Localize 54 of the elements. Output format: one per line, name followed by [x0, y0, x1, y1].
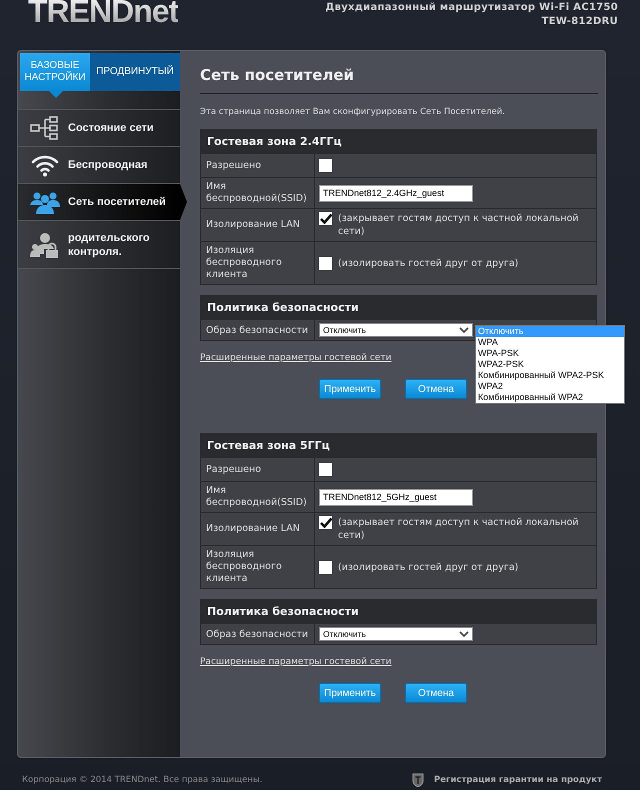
- section-header: Гостевая зона 5ГГц: [200, 434, 596, 458]
- checkbox-note: (изолировать гостей друг от друга): [338, 560, 518, 574]
- checkbox[interactable]: [319, 159, 332, 172]
- dropdown-option[interactable]: WPA: [476, 337, 624, 348]
- checkbox-note: (закрывает гостям доступ к частной локальной сети): [338, 212, 580, 238]
- field-label: Имя беспроводной(SSID): [200, 482, 314, 512]
- field-label: Изолирование LAN: [200, 208, 314, 242]
- copyright-text: Корпорация © 2014 TRENDnet. Все права защищены.: [22, 775, 262, 785]
- users-icon: [30, 190, 60, 214]
- checkbox-note: (изолировать гостей друг от друга): [338, 256, 518, 270]
- security-select[interactable]: Отключить: [319, 323, 473, 337]
- field-label: Разрешено: [200, 458, 314, 482]
- dropdown-option[interactable]: WPA2-PSK: [476, 359, 624, 370]
- mode-tab[interactable]: ПРОДВИНУТЫЙ: [90, 53, 180, 91]
- user-lock-icon: [30, 232, 60, 258]
- dropdown-option[interactable]: WPA-PSK: [476, 348, 624, 359]
- security-select[interactable]: Отключить: [319, 627, 473, 641]
- checkbox[interactable]: [319, 256, 332, 270]
- page-description: Эта страница позволяет Вам сконфигурировать Сеть Посетителей.: [200, 107, 506, 117]
- field-label: Разрешено: [200, 154, 314, 178]
- model-name: TEW-812DRU: [542, 15, 618, 29]
- checkbox[interactable]: [319, 463, 332, 476]
- section-header: Политика безопасности: [200, 600, 596, 624]
- section-header: Гостевая зона 2.4ГГц: [200, 130, 596, 154]
- field-label: Изоляция беспроводного клиента: [200, 242, 314, 284]
- advanced-settings-link[interactable]: Расширенные параметры гостевой сети: [200, 657, 392, 667]
- warranty-link[interactable]: Регистрация гарантии на продукт: [434, 775, 602, 785]
- sidebar-item[interactable]: Беспроводная: [18, 147, 180, 184]
- page-title: Сеть посетителей: [200, 61, 598, 94]
- ssid-input[interactable]: TRENDnet812_5GHz_guest: [319, 488, 473, 506]
- field-label: Изоляция беспроводного клиента: [200, 546, 314, 588]
- field-label: Образ безопасности: [200, 624, 314, 644]
- ssid-input[interactable]: TRENDnet812_2.4GHz_guest: [319, 184, 473, 202]
- checkbox[interactable]: [319, 212, 332, 225]
- checkbox[interactable]: [319, 516, 332, 529]
- dropdown-option[interactable]: WPA2: [476, 381, 624, 392]
- sidebar-item[interactable]: родительского контроля.: [18, 221, 180, 269]
- shield-icon: [412, 773, 424, 787]
- section-header: Политика безопасности: [200, 296, 596, 320]
- field-label: Образ безопасности: [200, 320, 314, 340]
- field-label: Изолирование LAN: [200, 512, 314, 546]
- checkbox-note: (закрывает гостям доступ к частной локальной сети): [338, 516, 580, 542]
- wifi-icon: [30, 153, 60, 177]
- sidebar-item[interactable]: Состояние сети: [18, 110, 180, 147]
- advanced-settings-link[interactable]: Расширенные параметры гостевой сети: [200, 353, 392, 363]
- tab-pointer: [49, 91, 63, 98]
- dropdown-option[interactable]: Комбинированный WPA2-PSK: [476, 370, 624, 381]
- field-label: Имя беспроводной(SSID): [200, 178, 314, 208]
- checkbox[interactable]: [319, 560, 332, 574]
- product-name: Двухдиапазонный маршрутизатор Wi-Fi AC1750: [325, 1, 618, 15]
- network-tree-icon: [30, 116, 60, 140]
- dropdown-option[interactable]: Комбинированный WPA2: [476, 392, 624, 403]
- chevron-down-icon: [459, 327, 469, 333]
- chevron-down-icon: [459, 631, 469, 637]
